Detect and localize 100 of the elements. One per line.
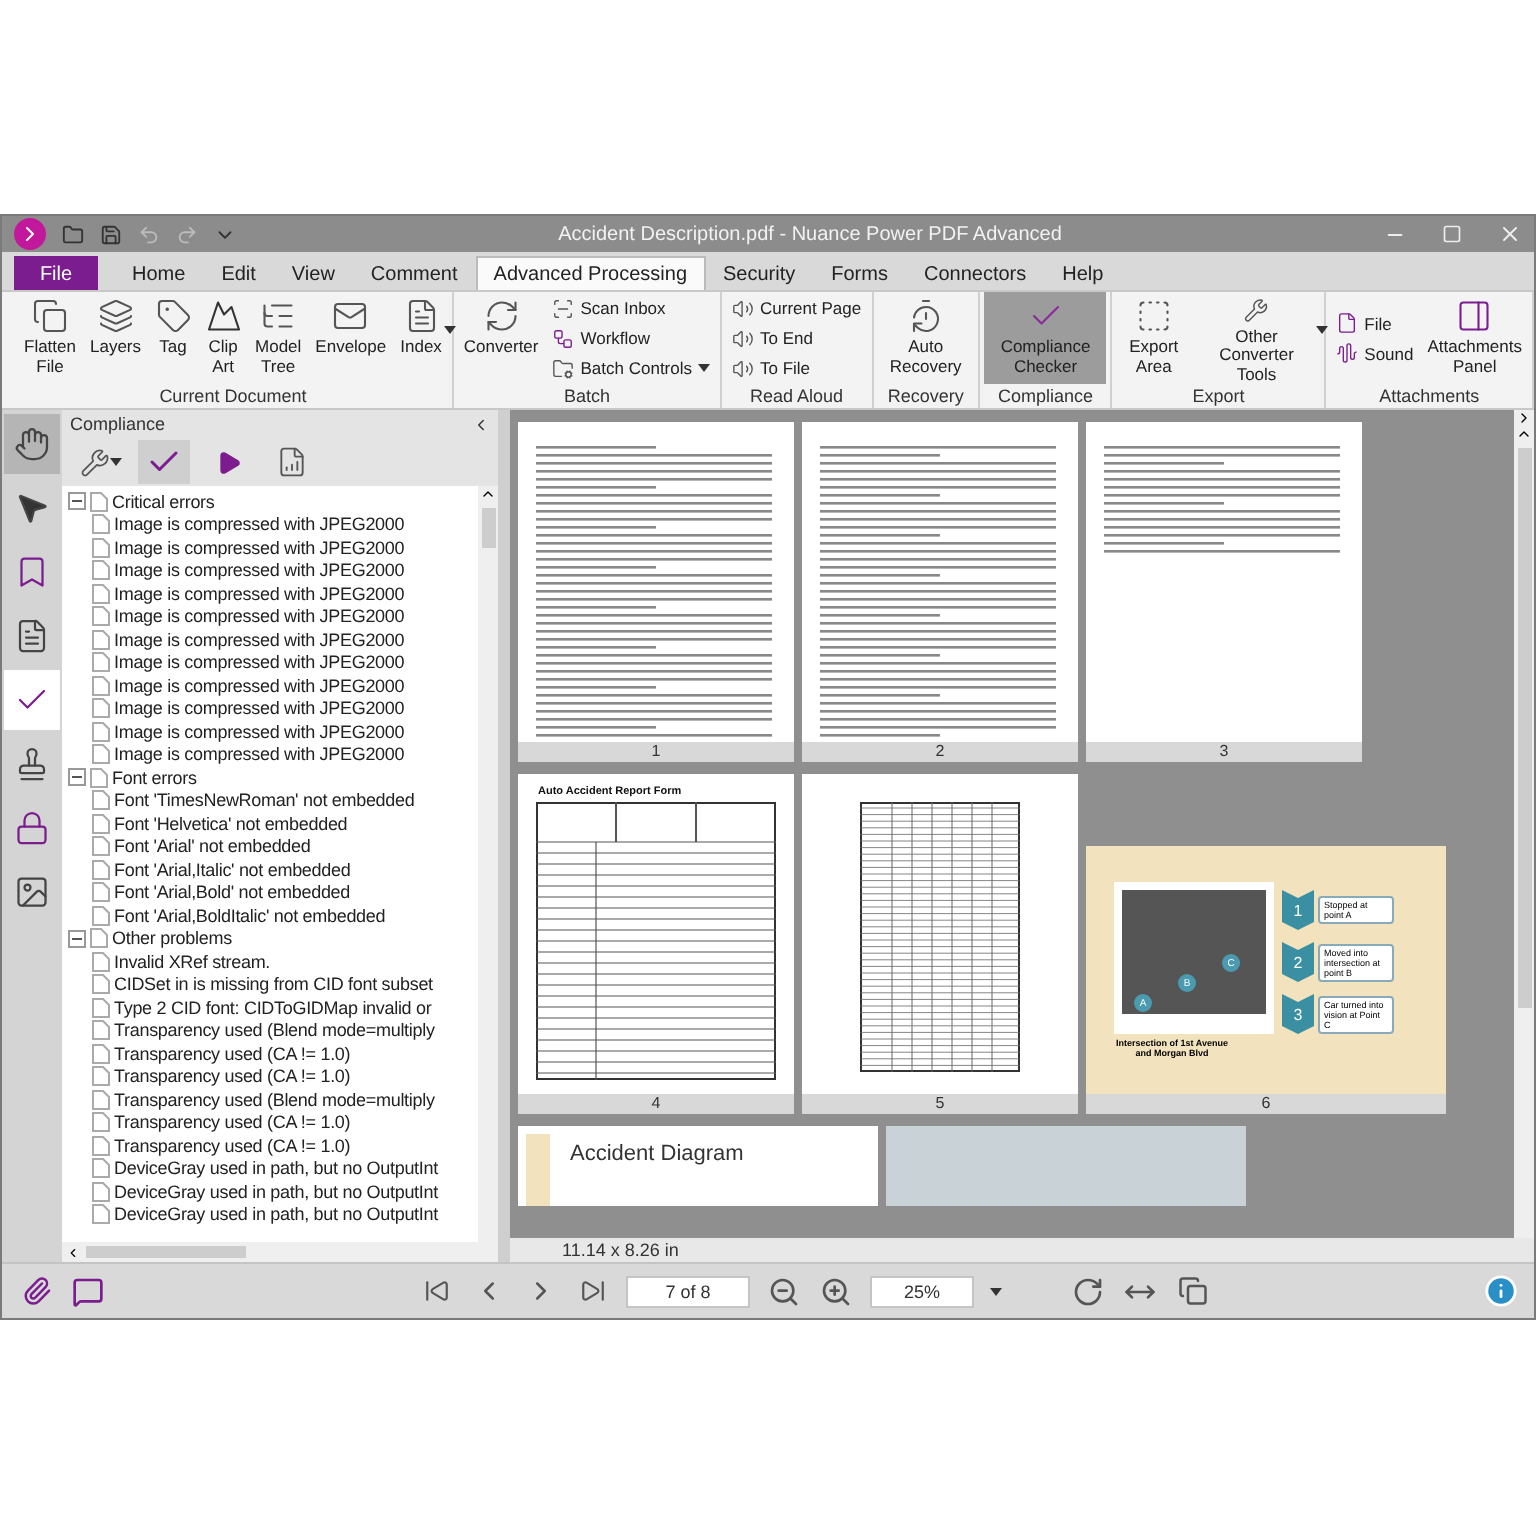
document-icon	[92, 1066, 110, 1087]
ribbon-button[interactable]: Converter	[457, 292, 545, 384]
rotate-icon[interactable]	[1070, 1273, 1106, 1309]
tree-item[interactable]: Image is compressed with JPEG2000	[114, 721, 405, 742]
check-tool[interactable]	[138, 440, 190, 484]
ribbon-button[interactable]: Auto Recovery	[877, 292, 975, 384]
tree-item[interactable]: Image is compressed with JPEG2000	[114, 629, 405, 650]
speaker-icon	[732, 357, 754, 379]
ribbon-button[interactable]: Compliance Checker	[984, 292, 1107, 384]
tree-item[interactable]: Transparency used (CA != 1.0)	[114, 1112, 351, 1133]
page-number-field[interactable]: 7 of 8	[626, 1275, 750, 1307]
ribbon-button[interactable]: Layers	[84, 292, 148, 384]
tree-item[interactable]: Font 'Arial' not embedded	[114, 836, 311, 857]
tree-item[interactable]: Invalid XRef stream.	[114, 951, 271, 972]
tree-item[interactable]: Image is compressed with JPEG2000	[114, 652, 405, 673]
collapse-icon[interactable]	[68, 768, 86, 787]
ribbon-button[interactable]: Clip Art	[199, 292, 248, 384]
tree-item[interactable]: CIDSet in is missing from CID font subset	[114, 974, 433, 995]
tree-item[interactable]: Image is compressed with JPEG2000	[114, 537, 405, 558]
tree-item[interactable]: Type 2 CID font: CIDToGIDMap invalid or	[114, 997, 432, 1018]
ribbon-button[interactable]: Scan Inbox	[552, 294, 710, 322]
windows-icon[interactable]	[1174, 1273, 1210, 1309]
ribbon-tab[interactable]: View	[273, 256, 353, 290]
ribbon-button[interactable]: Model Tree	[249, 292, 308, 384]
folder-icon[interactable]	[62, 223, 84, 245]
info-icon[interactable]	[1482, 1273, 1518, 1309]
scroll-left-icon[interactable]	[66, 1245, 80, 1259]
tree-item[interactable]: Font 'Arial,BoldItalic' not embedded	[114, 905, 386, 926]
tree-item[interactable]: Transparency used (CA != 1.0)	[114, 1066, 351, 1087]
document-page[interactable]	[518, 422, 794, 742]
document-page[interactable]	[1086, 422, 1362, 742]
ribbon-button[interactable]: Export Area	[1116, 292, 1191, 384]
ribbon-button[interactable]: Other Converter Tools	[1192, 292, 1321, 384]
app-logo-icon[interactable]	[14, 218, 46, 250]
ribbon-tab[interactable]: Edit	[203, 256, 274, 290]
scroll-thumb[interactable]	[86, 1246, 246, 1258]
ribbon-button[interactable]: Envelope	[309, 292, 393, 384]
ribbon-tab[interactable]: Comment	[352, 256, 476, 290]
document-page[interactable]: Accident Diagram	[518, 1126, 878, 1206]
tree-item[interactable]: Image is compressed with JPEG2000	[114, 698, 405, 719]
horizontal-scrollbar[interactable]	[62, 1242, 498, 1262]
collapse-icon[interactable]	[68, 929, 86, 948]
scrollbar[interactable]	[478, 486, 498, 1242]
ribbon-button[interactable]: Sound	[1336, 339, 1414, 367]
tree-item[interactable]: Image is compressed with JPEG2000	[114, 675, 405, 696]
ribbon-button[interactable]: To End	[732, 324, 862, 352]
comment-icon[interactable]	[70, 1273, 106, 1309]
scroll-thumb[interactable]	[1517, 448, 1531, 1008]
document-page[interactable]	[802, 422, 1078, 742]
save-icon[interactable]	[100, 223, 122, 245]
zoom-field[interactable]: 25%	[870, 1275, 974, 1307]
tree-item[interactable]: Image is compressed with JPEG2000	[114, 560, 405, 581]
document-icon	[90, 928, 108, 949]
ribbon-button[interactable]: To File	[732, 354, 862, 382]
tree-item[interactable]: Font 'Arial,Bold' not embedded	[114, 882, 351, 903]
tree-item[interactable]: Transparency used (CA != 1.0)	[114, 1135, 351, 1156]
tree-item[interactable]: Image is compressed with JPEG2000	[114, 514, 405, 535]
file-menu[interactable]: File	[14, 256, 98, 290]
ribbon-button[interactable]: Index	[394, 292, 448, 384]
tree-item[interactable]: Image is compressed with JPEG2000	[114, 606, 405, 627]
tree-item[interactable]: Image is compressed with JPEG2000	[114, 744, 405, 765]
zoom-in-icon[interactable]	[818, 1273, 854, 1309]
side-tool-button[interactable]	[4, 414, 60, 474]
tree-item[interactable]: Font 'Helvetica' not embedded	[114, 813, 348, 834]
tree-item[interactable]: Transparency used (CA != 1.0)	[114, 1043, 351, 1064]
ribbon-button[interactable]: Flatten File	[18, 292, 82, 384]
tree-group-label[interactable]: Font errors	[112, 767, 197, 788]
tree-item[interactable]: Font 'Arial,Italic' not embedded	[114, 859, 351, 880]
ribbon-button[interactable]: Batch Controls	[552, 354, 710, 382]
tree-item[interactable]: DeviceGray used in path, but no OutputInt	[114, 1158, 438, 1179]
tree-item[interactable]: Image is compressed with JPEG2000	[114, 583, 405, 604]
maximize-icon[interactable]	[1442, 224, 1462, 244]
tree-group-label[interactable]: Other problems	[112, 928, 232, 949]
tree-item[interactable]: Font 'TimesNewRoman' not embedded	[114, 790, 415, 811]
ribbon-button[interactable]: Tag	[149, 292, 198, 384]
zoom-out-icon[interactable]	[766, 1273, 802, 1309]
scrollbar[interactable]	[1514, 410, 1534, 1238]
scroll-thumb[interactable]	[481, 508, 495, 548]
scroll-up-icon[interactable]	[480, 486, 496, 502]
tree-group-label[interactable]: Critical errors	[112, 491, 215, 512]
tree-item[interactable]: Transparency used (Blend mode=multiply	[114, 1020, 435, 1041]
ribbon-tab[interactable]: Connectors	[905, 256, 1045, 290]
ribbon-tab[interactable]: Home	[114, 256, 204, 290]
tree-item[interactable]: DeviceGray used in path, but no OutputInt	[114, 1204, 438, 1225]
tree-item[interactable]: Transparency used (Blend mode=multiply	[114, 1089, 435, 1110]
side-tool-button[interactable]	[4, 670, 60, 730]
ribbon-tab[interactable]: Security	[705, 256, 814, 290]
collapse-icon[interactable]	[68, 492, 86, 511]
ribbon-tab[interactable]: Help	[1044, 256, 1122, 290]
ribbon-button[interactable]: Workflow	[552, 324, 710, 352]
document-page[interactable]	[802, 774, 1078, 1094]
ribbon-button[interactable]: Attachments Panel	[1421, 292, 1528, 384]
ribbon-button[interactable]: File	[1336, 309, 1414, 337]
ribbon-tab[interactable]: Forms	[813, 256, 906, 290]
close-icon[interactable]	[1498, 222, 1522, 246]
ribbon-tab[interactable]: Advanced Processing	[475, 256, 706, 290]
ribbon-button[interactable]: Current Page	[732, 294, 862, 322]
collapse-panel-icon[interactable]	[472, 415, 490, 433]
scroll-up-icon[interactable]	[1516, 426, 1532, 442]
tree-item[interactable]: DeviceGray used in path, but no OutputInt	[114, 1181, 438, 1202]
